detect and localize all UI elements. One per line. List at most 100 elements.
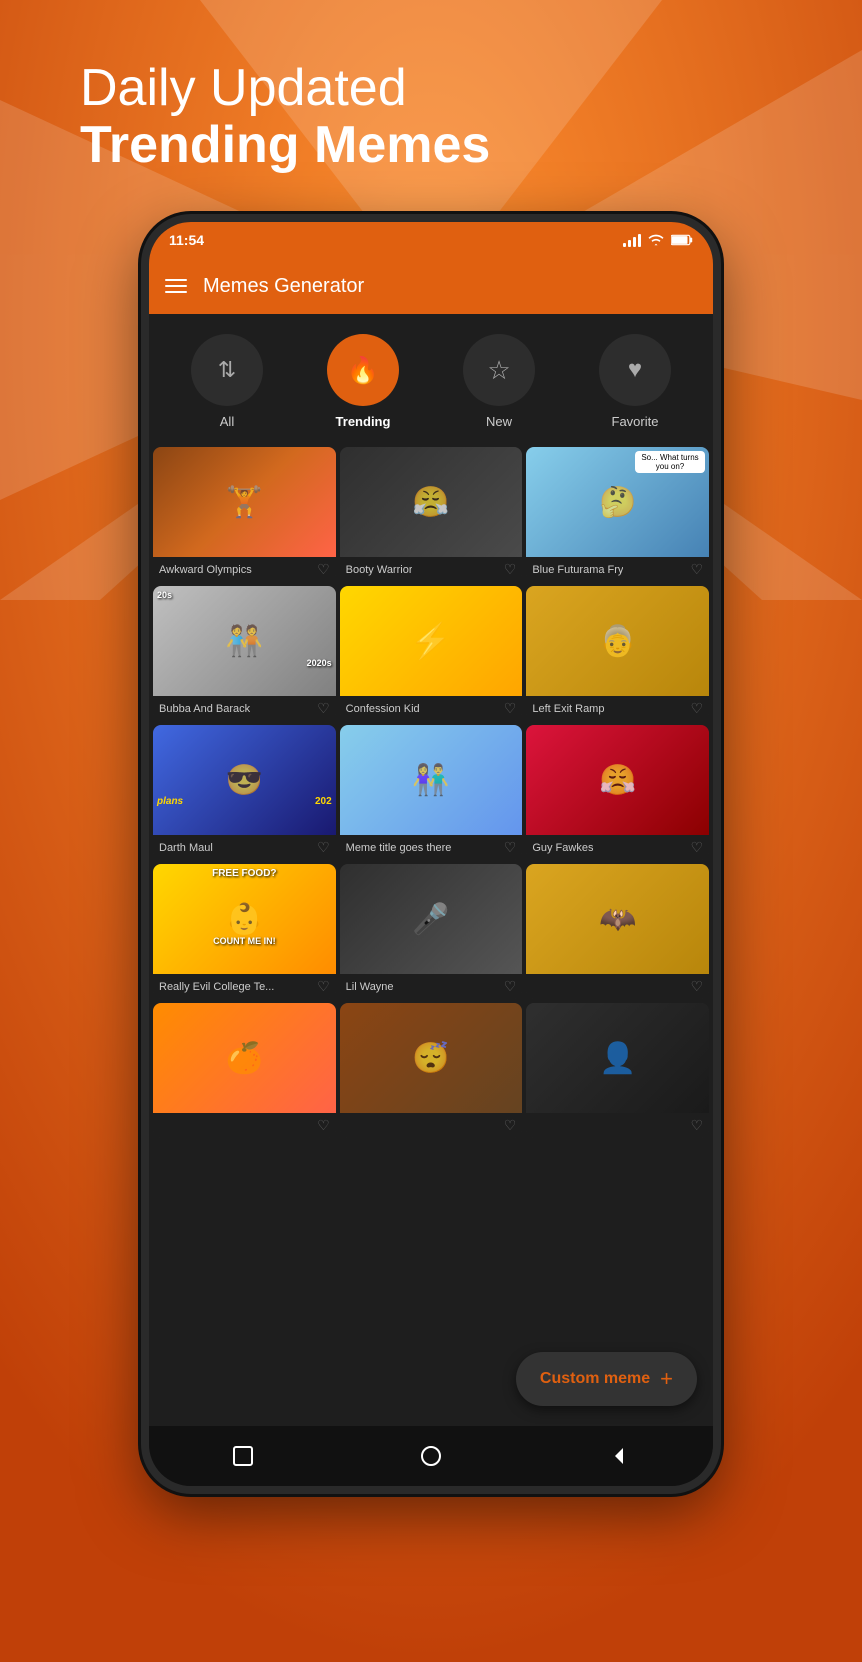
heart-icon-awkward[interactable]: ♡ [317, 561, 330, 578]
circle-icon [419, 1444, 443, 1468]
meme-card-meme-title[interactable]: 👫 Meme title goes there ♡ [340, 725, 523, 860]
meme-card-evil-college[interactable]: 👶 FREE FOOD? COUNT ME IN! Really Evil Co… [153, 864, 336, 999]
heart-icon-row5c[interactable]: ♡ [690, 1117, 703, 1134]
category-tabs: ⇅ All 🔥 Trending ☆ New ♥ [149, 314, 713, 439]
meme-label-booty: Booty Warrior [346, 564, 413, 576]
meme-card-left-exit[interactable]: 👵 Left Exit Ramp ♡ [526, 586, 709, 721]
meme-label-darth: Darth Maul [159, 842, 213, 854]
meme-grid: 🏋️ Awkward Olympics ♡ 😤 Booty Warrior ♡ [149, 439, 713, 1146]
heart-icon-booty[interactable]: ♡ [504, 561, 517, 578]
heart-icon-bubba[interactable]: ♡ [317, 700, 330, 717]
meme-thumb-evil-college: 👶 FREE FOOD? COUNT ME IN! [153, 864, 336, 974]
all-icon: ⇅ [218, 357, 236, 383]
meme-card-confession-kid[interactable]: ⚡ Confession Kid ♡ [340, 586, 523, 721]
tab-new[interactable]: ☆ New [463, 334, 535, 429]
heart-icon-lil-wayne[interactable]: ♡ [504, 978, 517, 995]
meme-card-booty-warrior[interactable]: 😤 Booty Warrior ♡ [340, 447, 523, 582]
meme-card-awkward-olympics[interactable]: 🏋️ Awkward Olympics ♡ [153, 447, 336, 582]
heart-icon-evil-college[interactable]: ♡ [317, 978, 330, 995]
meme-card-darth-maul[interactable]: 😎 plans 202 Darth Maul ♡ [153, 725, 336, 860]
custom-meme-button[interactable]: Custom meme + [516, 1352, 697, 1406]
nav-square-button[interactable] [228, 1441, 258, 1471]
battery-icon [671, 234, 693, 246]
meme-label-row: Awkward Olympics ♡ [153, 557, 336, 582]
heart-icon-row5b[interactable]: ♡ [504, 1117, 517, 1134]
status-icons [623, 233, 693, 247]
tab-trending-circle: 🔥 [327, 334, 399, 406]
nav-back-button[interactable] [604, 1441, 634, 1471]
meme-label-row: Confession Kid ♡ [340, 696, 523, 721]
signal-icon [623, 233, 641, 247]
tab-all-circle: ⇅ [191, 334, 263, 406]
meme-card-blue-futurama[interactable]: 🤔 So... What turns you on? Blue Futurama… [526, 447, 709, 582]
meme-thumb-bubba: 🧑‍🤝‍🧑 20s 2020s [153, 586, 336, 696]
overlay-plans: plans [157, 796, 183, 807]
square-icon [231, 1444, 255, 1468]
meme-label-row: Blue Futurama Fry ♡ [526, 557, 709, 582]
menu-button[interactable] [165, 279, 187, 293]
meme-card-guy-fawkes[interactable]: 😤 Guy Fawkes ♡ [526, 725, 709, 860]
heart-icon-guy-fawkes[interactable]: ♡ [690, 839, 703, 856]
meme-thumb-blue-futurama: 🤔 So... What turns you on? [526, 447, 709, 557]
meme-thumb-confession: ⚡ [340, 586, 523, 696]
heart-icon-confession[interactable]: ♡ [504, 700, 517, 717]
meme-label-row: Guy Fawkes ♡ [526, 835, 709, 860]
heart-icon-futurama[interactable]: ♡ [690, 561, 703, 578]
meme-label-row: Booty Warrior ♡ [340, 557, 523, 582]
bottom-nav [149, 1426, 713, 1486]
speech-bubble-1: So... What turns you on? [635, 451, 705, 473]
overlay-20s: 20s [157, 590, 172, 600]
meme-label-evil-college: Really Evil College Te... [159, 981, 274, 993]
custom-meme-plus-icon: + [660, 1366, 673, 1392]
meme-card-row5c[interactable]: 👤 ♡ [526, 1003, 709, 1138]
meme-thumb-row5c: 👤 [526, 1003, 709, 1113]
tab-trending[interactable]: 🔥 Trending [327, 334, 399, 429]
meme-label-row: Really Evil College Te... ♡ [153, 974, 336, 999]
meme-label-row: Bubba And Barack ♡ [153, 696, 336, 721]
tab-new-circle: ☆ [463, 334, 535, 406]
custom-meme-label: Custom meme [540, 1370, 650, 1388]
meme-label-row: ♡ [340, 1113, 523, 1138]
overlay-count-me-in: COUNT ME IN! [153, 936, 336, 946]
meme-card-lil-wayne[interactable]: 🎤 Lil Wayne ♡ [340, 864, 523, 999]
tab-all-label: All [220, 414, 234, 429]
tab-new-label: New [486, 414, 512, 429]
heart-icon-row5a[interactable]: ♡ [317, 1117, 330, 1134]
heart-icon-left-exit[interactable]: ♡ [690, 700, 703, 717]
tab-favorite-label: Favorite [612, 414, 659, 429]
nav-circle-button[interactable] [416, 1441, 446, 1471]
meme-label-row: ♡ [153, 1113, 336, 1138]
meme-thumb-row5b: 😴 [340, 1003, 523, 1113]
meme-card-row5a[interactable]: 🍊 ♡ [153, 1003, 336, 1138]
heart-icon-meme-title[interactable]: ♡ [504, 839, 517, 856]
meme-label-guy-fawkes: Guy Fawkes [532, 842, 593, 854]
meme-card-bubba[interactable]: 🧑‍🤝‍🧑 20s 2020s Bubba And Barack ♡ [153, 586, 336, 721]
back-icon [607, 1444, 631, 1468]
meme-thumb-left-exit: 👵 [526, 586, 709, 696]
meme-label-row: Meme title goes there ♡ [340, 835, 523, 860]
meme-label-confession: Confession Kid [346, 703, 420, 715]
heart-icon-batman[interactable]: ♡ [690, 978, 703, 995]
meme-card-row5b[interactable]: 😴 ♡ [340, 1003, 523, 1138]
overlay-202: 202 [315, 796, 332, 807]
tab-favorite-circle: ♥ [599, 334, 671, 406]
meme-label-row: Darth Maul ♡ [153, 835, 336, 860]
heart-icon-darth[interactable]: ♡ [317, 839, 330, 856]
status-bar: 11:54 [149, 222, 713, 258]
tab-trending-label: Trending [336, 414, 391, 429]
meme-label-awkward: Awkward Olympics [159, 564, 252, 576]
favorite-icon: ♥ [628, 356, 642, 384]
tab-all[interactable]: ⇅ All [191, 334, 263, 429]
header-line2: Trending Memes [80, 117, 782, 174]
meme-thumb-lil-wayne: 🎤 [340, 864, 523, 974]
tab-favorite[interactable]: ♥ Favorite [599, 334, 671, 429]
phone-frame: 11:54 Memes Generator [141, 214, 721, 1494]
meme-label-meme-title: Meme title goes there [346, 842, 452, 854]
meme-thumb-meme-title: 👫 [340, 725, 523, 835]
meme-thumb-guy-fawkes: 😤 [526, 725, 709, 835]
header-line1: Daily Updated [80, 60, 782, 117]
meme-thumb-row5a: 🍊 [153, 1003, 336, 1113]
meme-card-batman[interactable]: 🦇 ♡ [526, 864, 709, 999]
meme-label-futurama: Blue Futurama Fry [532, 564, 623, 576]
meme-thumb-darth: 😎 plans 202 [153, 725, 336, 835]
